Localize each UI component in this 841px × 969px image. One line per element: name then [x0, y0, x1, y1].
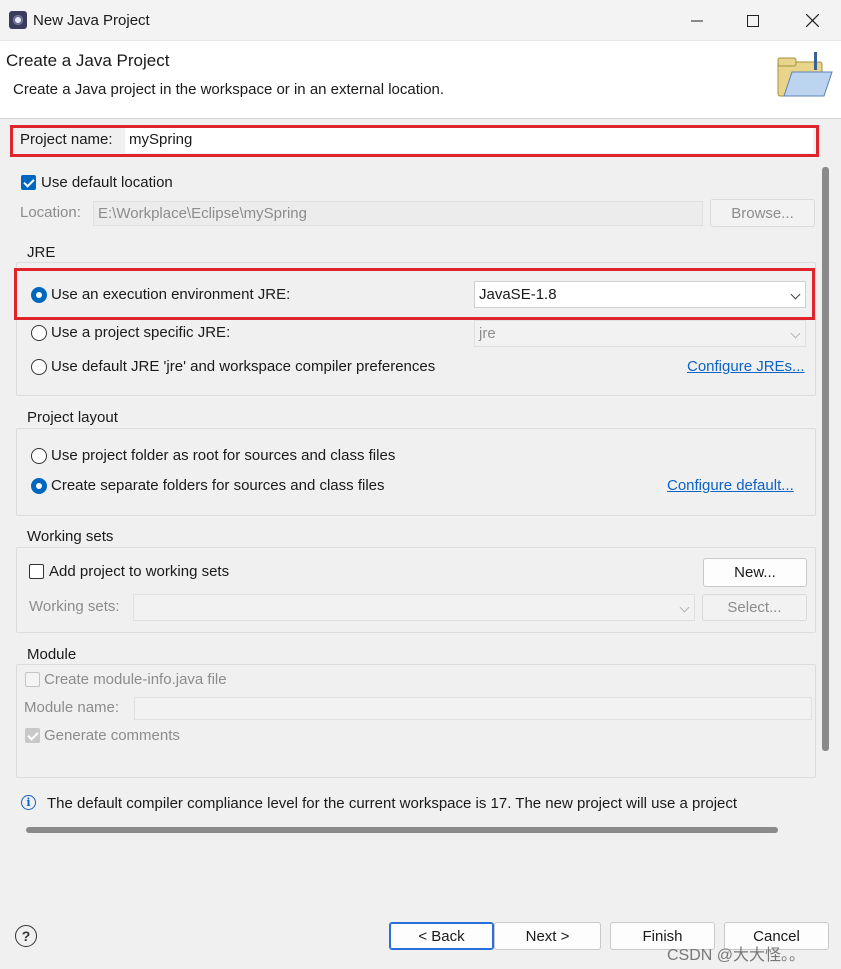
exec-env-value: JavaSE-1.8 [479, 286, 557, 303]
watermark: CSDN @大大怪。。 [667, 947, 806, 964]
module-group-title: Module [25, 646, 79, 663]
browse-button[interactable]: Browse... [710, 199, 815, 227]
generate-comments-checkbox[interactable] [25, 728, 40, 743]
jre-group-title: JRE [25, 244, 58, 261]
horizontal-scrollbar[interactable] [26, 827, 778, 833]
exec-env-label: Use an execution environment JRE: [51, 286, 291, 303]
close-icon [805, 14, 819, 27]
project-name-input[interactable]: mySpring [125, 128, 813, 153]
minimize-icon [691, 20, 703, 21]
new-working-set-button[interactable]: New... [703, 558, 807, 587]
default-jre-radio[interactable] [31, 359, 47, 375]
add-to-working-sets-label: Add project to working sets [49, 563, 230, 580]
project-name-label: Project name: [20, 131, 113, 148]
compliance-info-message: The default compiler compliance level fo… [47, 795, 738, 812]
use-default-location-checkbox[interactable] [21, 175, 36, 190]
chevron-down-icon [790, 328, 801, 339]
info-icon: i [21, 795, 36, 810]
page-title: Create a Java Project [6, 51, 170, 70]
window-title: New Java Project [33, 12, 150, 29]
create-module-info-checkbox[interactable] [25, 672, 40, 687]
module-name-input[interactable] [134, 697, 812, 720]
configure-jres-link[interactable]: Configure JREs... [687, 358, 805, 375]
project-layout-group-title: Project layout [25, 409, 120, 426]
scroll-mask [0, 819, 817, 827]
next-button[interactable]: Next > [494, 922, 601, 950]
folder-icon [777, 52, 833, 97]
create-module-info-label: Create module-info.java file [44, 671, 227, 688]
working-sets-group-title: Working sets [25, 528, 116, 545]
project-layout-group [16, 428, 816, 516]
vertical-scrollbar[interactable] [822, 167, 829, 751]
use-default-location-label: Use default location [41, 174, 173, 191]
project-specific-jre-radio[interactable] [31, 325, 47, 341]
project-specific-jre-value: jre [479, 325, 496, 342]
back-button[interactable]: < Back [389, 922, 494, 950]
maximize-button[interactable] [725, 0, 781, 41]
layout-root-radio[interactable] [31, 448, 47, 464]
configure-default-link[interactable]: Configure default... [667, 477, 794, 494]
help-icon[interactable]: ? [15, 925, 37, 947]
generate-comments-label: Generate comments [44, 727, 180, 744]
maximize-icon [747, 14, 759, 27]
project-specific-jre-label: Use a project specific JRE: [51, 324, 231, 341]
chevron-down-icon [679, 602, 690, 613]
layout-separate-label: Create separate folders for sources and … [51, 477, 385, 494]
layout-root-label: Use project folder as root for sources a… [51, 447, 396, 464]
minimize-button[interactable] [669, 0, 725, 41]
location-label: Location: [20, 204, 81, 221]
page-subtitle: Create a Java project in the workspace o… [13, 81, 445, 98]
chevron-down-icon [790, 289, 801, 300]
select-working-sets-button[interactable]: Select... [702, 594, 807, 621]
location-input[interactable]: E:\Workplace\Eclipse\mySpring [93, 201, 703, 226]
close-button[interactable] [784, 0, 840, 41]
eclipse-app-icon [9, 11, 27, 29]
working-sets-select[interactable] [133, 594, 695, 621]
module-name-label: Module name: [24, 699, 120, 716]
exec-env-select[interactable]: JavaSE-1.8 [474, 281, 806, 308]
layout-separate-radio[interactable] [31, 478, 47, 494]
add-to-working-sets-checkbox[interactable] [29, 564, 44, 579]
exec-env-radio[interactable] [31, 287, 47, 303]
project-specific-jre-select[interactable]: jre [474, 320, 806, 347]
working-sets-label: Working sets: [29, 598, 120, 615]
default-jre-label: Use default JRE 'jre' and workspace comp… [51, 358, 436, 375]
